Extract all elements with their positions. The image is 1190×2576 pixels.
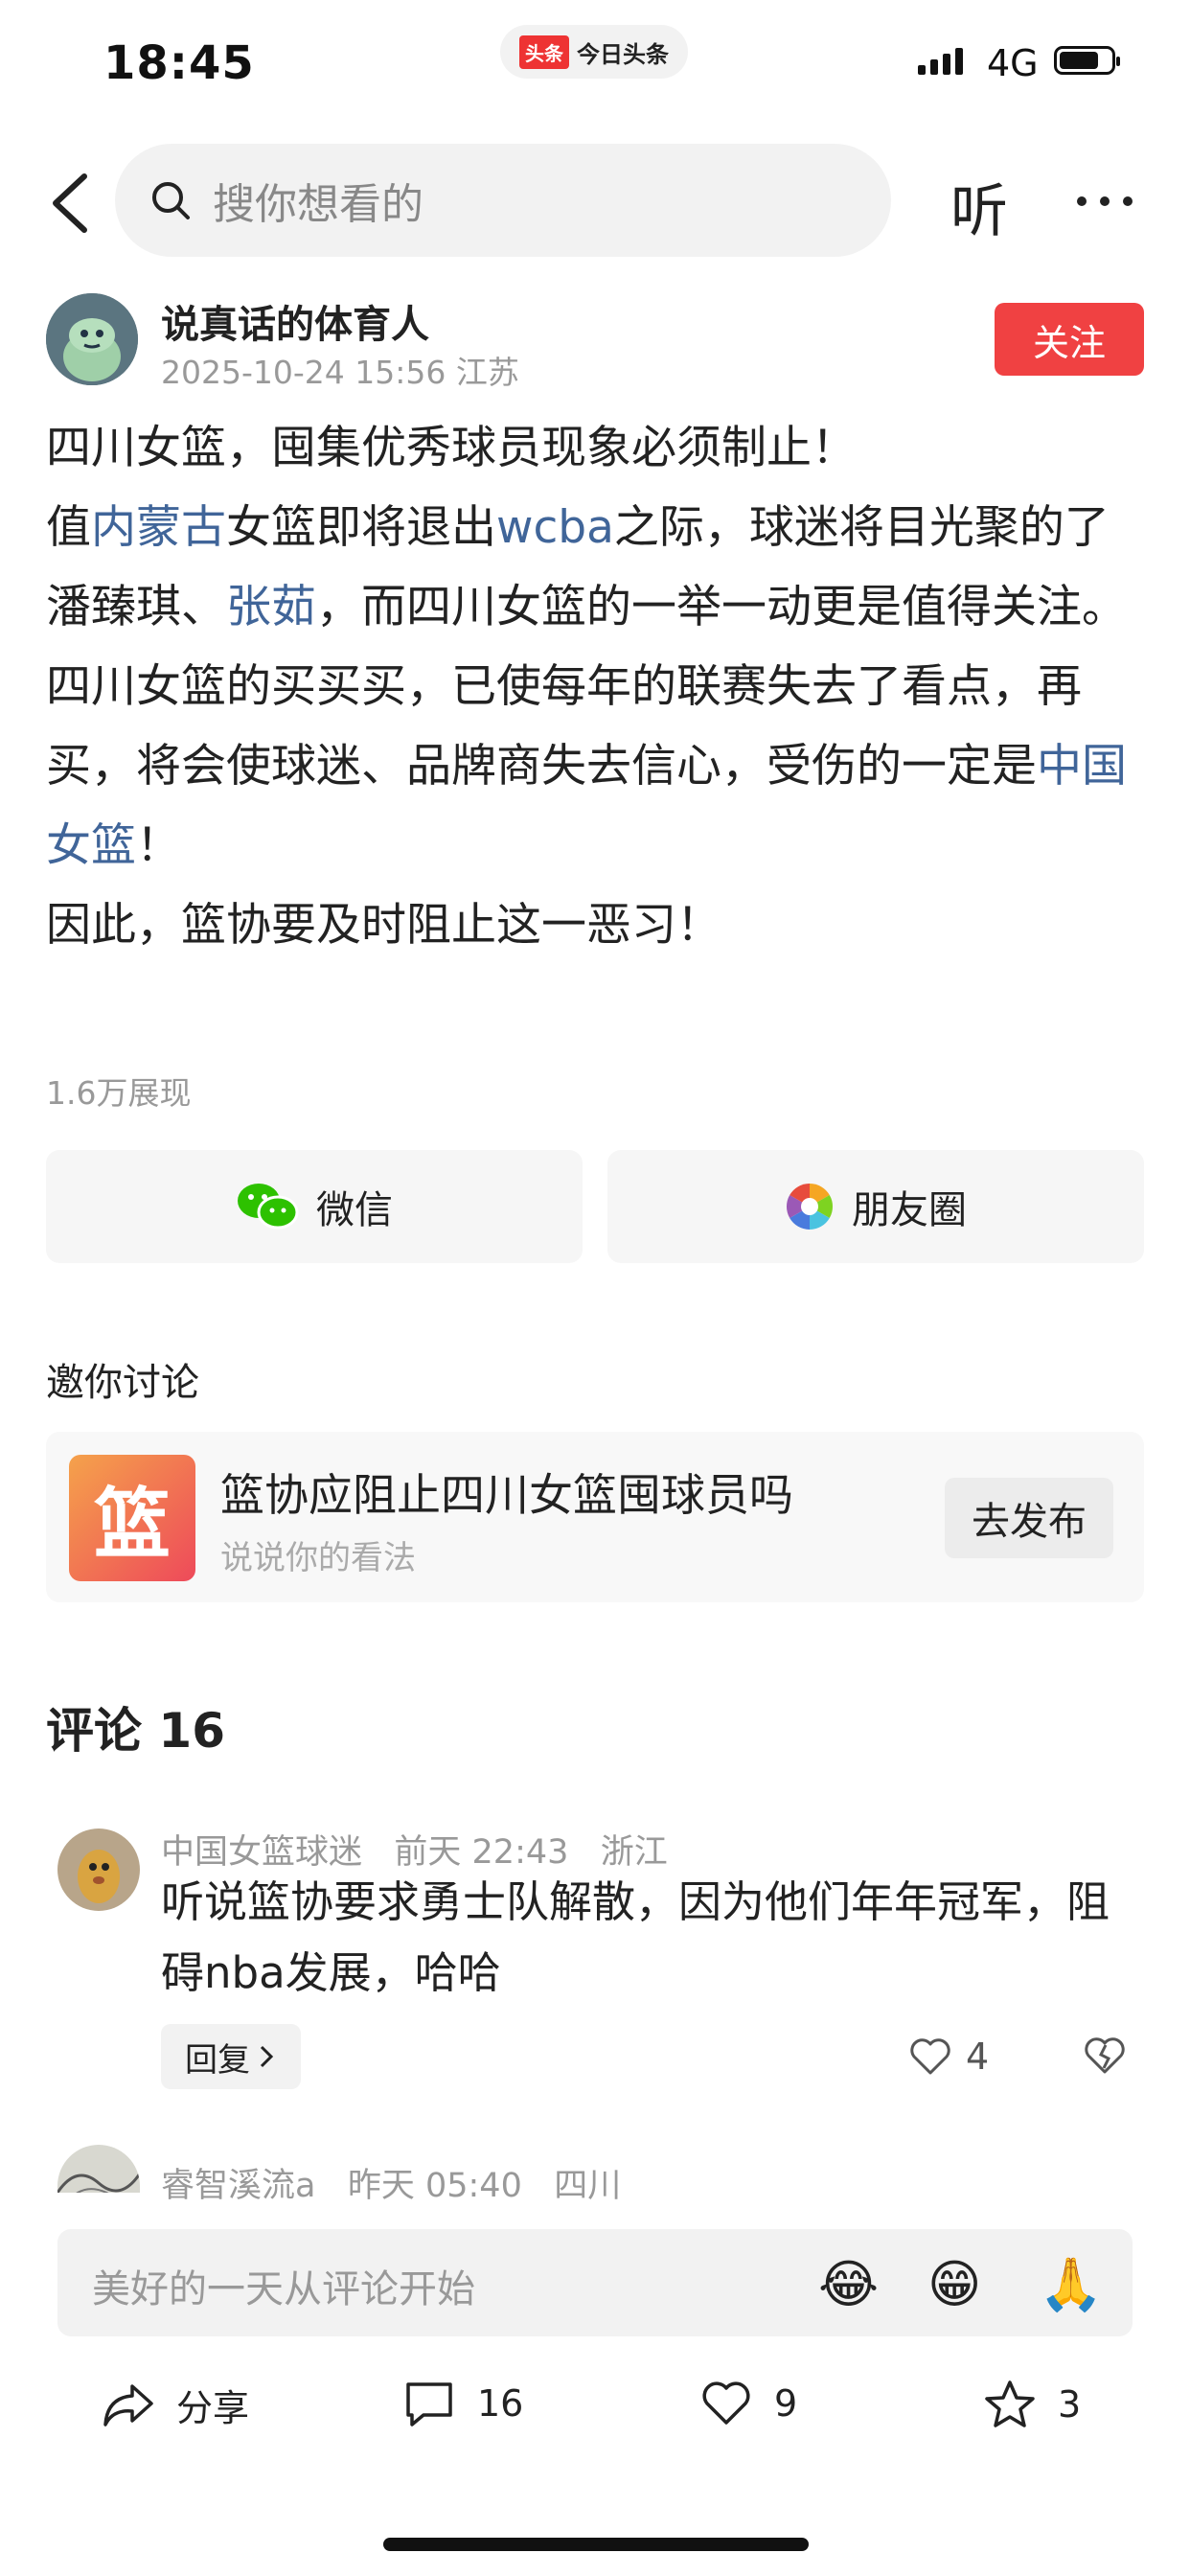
comment-input-placeholder: 美好的一天从评论开始 (92, 2267, 475, 2312)
status-time: 18:45 (103, 36, 255, 90)
comment-button[interactable]: 16 (402, 2379, 523, 2428)
comment-text: 听说篮协要求勇士队解散，因为他们年年冠军，阻碍nba发展，哈哈 (161, 1876, 1110, 1998)
comment-location: 四川 (554, 2167, 622, 2205)
comment-time: 昨天 05:40 (347, 2167, 522, 2205)
search-placeholder: 搜你想看的 (213, 180, 423, 229)
follow-button[interactable]: 关注 (995, 303, 1144, 376)
comment-avatar[interactable] (57, 2145, 140, 2193)
post-meta: 2025-10-24 15:56 江苏 (161, 354, 519, 391)
share-icon (103, 2383, 153, 2426)
more-icon[interactable] (1077, 196, 1133, 206)
view-count: 1.6万展现 (46, 1074, 192, 1112)
comment-count: 16 (477, 2382, 524, 2425)
reply-button[interactable]: 回复 (161, 2024, 301, 2089)
comment-user[interactable]: 睿智溪流a (161, 2167, 315, 2205)
comment-meta: 睿智溪流a 昨天 05:40 四川 (161, 2158, 621, 2207)
post-line-1: 四川女篮，囤集优秀球员现象必须制止！ (46, 422, 857, 474)
search-bar[interactable]: 搜你想看的 (115, 144, 891, 257)
post-content: 四川女篮，囤集优秀球员现象必须制止！ 值内蒙古女篮即将退出wcba之际，球迷将目… (46, 408, 1148, 965)
topic-title: 篮协应阻止四川女篮囤球员吗 (220, 1469, 793, 1521)
moments-label: 朋友圈 (852, 1188, 967, 1232)
publish-button[interactable]: 去发布 (945, 1478, 1113, 1558)
text: 四川女篮的买买买，已使每年的联赛失去了看点，再买，将会使球迷、品牌商失去信心，受… (46, 660, 1082, 793)
comment-avatar[interactable] (57, 1828, 140, 1911)
comment-time: 前天 22:43 (394, 1833, 569, 1872)
text: 值 (46, 501, 91, 554)
battery-icon (1054, 46, 1120, 75)
link-wcba[interactable]: wcba (496, 501, 614, 554)
emoji-grin-icon[interactable]: 😁 (927, 2254, 981, 2314)
post-paragraph-4: 因此，篮协要及时阻止这一恶习！ (46, 899, 721, 952)
chevron-right-icon (260, 2045, 274, 2068)
share-button[interactable]: 分享 (100, 2379, 249, 2431)
like-count: 9 (774, 2382, 798, 2425)
comment-location: 浙江 (600, 1833, 668, 1872)
text: 女篮即将退出 (226, 501, 496, 554)
comments-title: 评论 16 (46, 1703, 225, 1759)
heart-icon (702, 2381, 750, 2425)
network-label: 4G (987, 42, 1039, 84)
search-icon (152, 182, 190, 219)
app-name: 今日头条 (577, 40, 669, 68)
text: ！ (136, 819, 181, 872)
share-moments-button[interactable]: 朋友圈 (607, 1150, 1144, 1263)
emoji-pray-icon[interactable]: 🙏 (1039, 2254, 1103, 2315)
signal-icon (918, 48, 963, 75)
share-wechat-button[interactable]: 微信 (46, 1150, 583, 1263)
broken-heart-icon[interactable] (1083, 2036, 1127, 2080)
listen-button[interactable]: 听 (950, 165, 1008, 248)
link-neimenggu[interactable]: 内蒙古 (91, 501, 226, 554)
text: ，而四川女篮的一举一动更是值得关注。 (316, 581, 1127, 633)
like-button[interactable]: 9 (699, 2379, 797, 2428)
moments-icon (786, 1184, 834, 1230)
wechat-label: 微信 (316, 1188, 393, 1232)
topic-subtitle: 说说你的看法 (220, 1539, 416, 1577)
favorite-count: 3 (1058, 2383, 1082, 2426)
share-label: 分享 (176, 2387, 250, 2429)
star-icon (985, 2380, 1035, 2427)
author-avatar[interactable] (46, 293, 138, 385)
post-paragraph-3: 四川女篮的买买买，已使每年的联赛失去了看点，再买，将会使球迷、品牌商失去信心，受… (46, 647, 1148, 886)
app-logo: 头条 (519, 34, 569, 69)
heart-outline-icon (910, 2038, 950, 2075)
wechat-icon (238, 1184, 299, 1230)
comment-input[interactable]: 美好的一天从评论开始 😂 😁 🙏 (57, 2229, 1133, 2336)
favorite-button[interactable]: 3 (983, 2379, 1081, 2430)
discussion-topic-card[interactable]: 篮 篮协应阻止四川女篮囤球员吗 说说你的看法 去发布 (46, 1432, 1144, 1602)
back-arrow-icon[interactable] (42, 165, 109, 242)
app-indicator-pill: 头条 今日头条 (500, 25, 688, 79)
comment-icon (406, 2382, 452, 2426)
reply-label: 回复 (185, 2040, 250, 2080)
invite-title: 邀你讨论 (46, 1361, 199, 1405)
comment-like-button[interactable]: 4 (908, 2036, 989, 2078)
basketball-topic-icon: 篮 (69, 1455, 195, 1581)
emoji-laugh-icon[interactable]: 😂 (818, 2254, 879, 2314)
comment-user[interactable]: 中国女篮球迷 (161, 1833, 362, 1872)
link-zhangru[interactable]: 张茹 (226, 581, 316, 633)
post-paragraph-2: 值内蒙古女篮即将退出wcba之际，球迷将目光聚的了潘臻琪、张茹，而四川女篮的一举… (46, 488, 1148, 647)
author-name[interactable]: 说真话的体育人 (161, 293, 429, 349)
comment-like-count: 4 (966, 2036, 990, 2078)
home-indicator[interactable] (383, 2538, 809, 2551)
